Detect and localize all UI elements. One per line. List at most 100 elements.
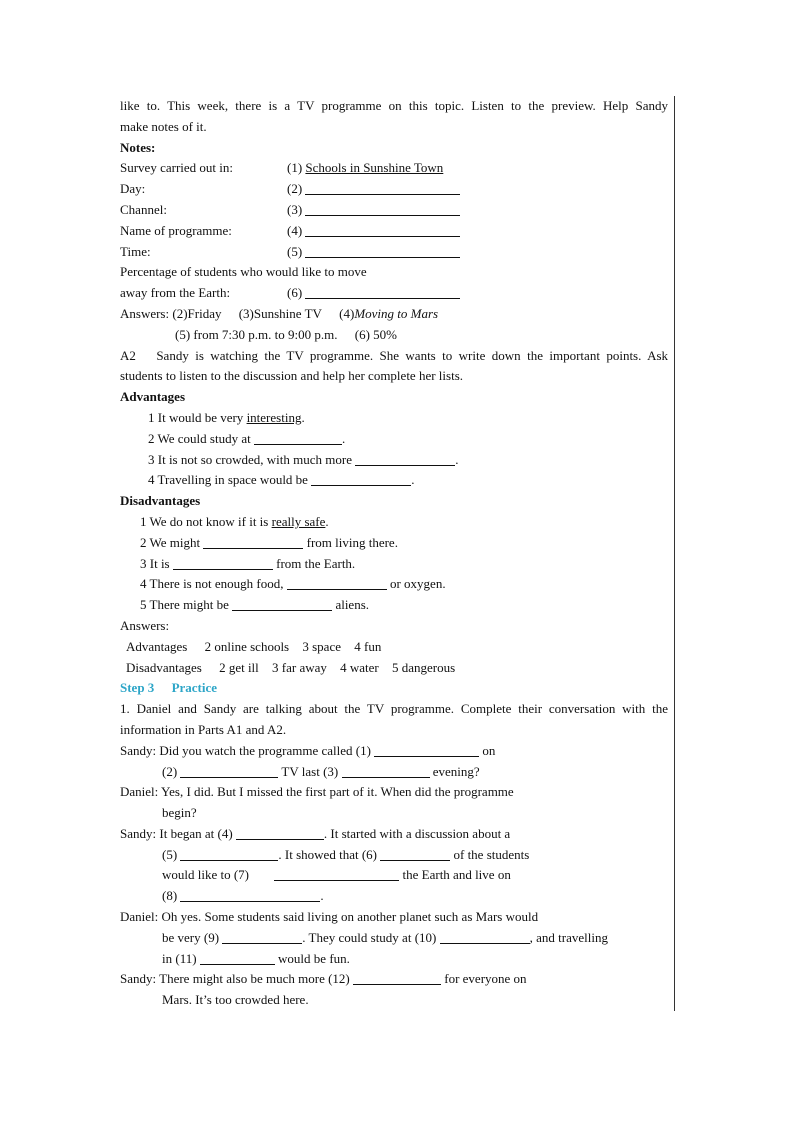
item-text: 3 It is: [140, 555, 173, 571]
answer-blank[interactable]: [180, 846, 279, 861]
notes-row-channel: Channel: (3): [120, 200, 668, 221]
dialogue-text: be very (9): [162, 929, 223, 945]
disadvantage-item: 5 There might be aliens.: [120, 595, 668, 616]
answer-blank[interactable]: [305, 180, 461, 196]
item-text: 3 It is not so crowded, with much more: [148, 451, 356, 467]
notes-row-percentage: away from the Earth: (6): [120, 283, 668, 304]
step-number: Step 3: [120, 680, 155, 696]
dialogue-line: would like to (7) the Earth and live on: [120, 865, 668, 886]
dialogue-text: evening?: [429, 763, 480, 779]
dialogue-text: for everyone on: [441, 971, 527, 987]
dialogue-line: in (11) would be fun.: [120, 949, 668, 970]
dialogue-line: Sandy: It began at (4) . It started with…: [120, 824, 668, 845]
item-text: .: [411, 472, 415, 488]
notes-num: (4): [287, 222, 303, 238]
disadvantage-item: 4 There is not enough food, or oxygen.: [120, 574, 668, 595]
item-text: aliens.: [332, 597, 370, 613]
answer-item-title: Moving to Mars: [354, 305, 439, 321]
answer-blank[interactable]: [355, 451, 456, 466]
notes-answers-line-1: Answers: (2)Friday (3)Sunshine TV (4)Mov…: [120, 304, 668, 325]
dialogue-line: Sandy: Did you watch the programme calle…: [120, 741, 668, 762]
item-text: 2 We might: [140, 534, 204, 550]
notes-label: Name of programme:: [120, 222, 232, 238]
dialogue-line: Daniel: Oh yes. Some students said livin…: [120, 907, 668, 928]
notes-row-survey: Survey carried out in: (1) Schools in Su…: [120, 158, 668, 179]
notes-num: (5): [287, 243, 303, 259]
answer-item: 4 fun: [354, 638, 382, 654]
dialogue-line: (8) .: [120, 886, 668, 907]
dialogue-text: , and travelling: [529, 929, 608, 945]
item-text: 4 There is not enough food,: [140, 576, 287, 592]
item-text: .: [301, 409, 305, 425]
answers-label: Disadvantages: [126, 659, 202, 675]
answer-blank[interactable]: [305, 243, 461, 258]
answer-blank[interactable]: [222, 929, 303, 944]
step3-instruction-1: 1. Daniel and Sandy are talking about th…: [120, 701, 668, 717]
dialogue-text: It began at (4): [159, 825, 236, 841]
answer-blank[interactable]: [235, 825, 324, 840]
answer-blank[interactable]: [341, 763, 430, 778]
advantage-item: 2 We could study at .: [120, 429, 668, 450]
dialogue-text: (2): [162, 763, 181, 779]
a2-line-2: students to listen to the discussion and…: [120, 368, 464, 384]
notes-num: (3): [287, 201, 303, 217]
notes-num: (1): [287, 160, 303, 176]
dialogue-text: . They could study at (10): [302, 929, 440, 945]
notes-row-time: Time: (5): [120, 242, 668, 263]
answer-blank[interactable]: [172, 555, 273, 570]
answer-blank[interactable]: [286, 575, 387, 591]
step3-heading: Step 3 Practice: [120, 678, 668, 699]
answer-blank[interactable]: [305, 201, 461, 216]
dialogue-text: (8): [162, 888, 181, 904]
answer-blank[interactable]: [380, 846, 451, 861]
intro-line-1: like to. This week, there is a TV progra…: [120, 98, 668, 113]
answer-blank[interactable]: [274, 866, 400, 882]
answer-item: 2 get ill: [219, 659, 259, 675]
answer-item: (3)Sunshine TV: [238, 305, 322, 321]
dialogue-line: (2) TV last (3) evening?: [120, 762, 668, 783]
dialogue-text: Did you watch the programme called (1): [159, 742, 375, 758]
disadvantage-item: 2 We might from living there.: [120, 533, 668, 554]
item-answer: interesting: [246, 409, 302, 425]
answer-blank[interactable]: [232, 596, 333, 612]
item-text: .: [325, 513, 329, 529]
answer-blank[interactable]: [199, 950, 275, 965]
document-body: like to. This week, there is a TV progra…: [120, 96, 668, 1011]
notes-row-programme: Name of programme: (4): [120, 221, 668, 242]
item-text: .: [455, 451, 459, 467]
answer-blank[interactable]: [305, 284, 461, 300]
answers-disadvantages: Disadvantages 2 get ill 3 far away 4 wat…: [120, 658, 668, 679]
dialogue-text: would like to (7): [162, 867, 253, 883]
answer-blank[interactable]: [180, 887, 321, 903]
answers-label: Advantages: [126, 638, 188, 654]
answer-blank[interactable]: [439, 929, 530, 944]
answer-blank[interactable]: [180, 763, 279, 778]
disadvantage-item: 3 It is from the Earth.: [120, 554, 668, 575]
dialogue-line: Mars. It’s too crowded here.: [162, 992, 309, 1008]
dialogue-text: the Earth and live on: [399, 867, 511, 883]
item-text: or oxygen.: [386, 576, 446, 592]
notes-num: (2): [287, 181, 303, 197]
answer-blank[interactable]: [253, 430, 342, 445]
item-text: .: [341, 430, 346, 446]
answers-label: Answers:: [120, 305, 170, 321]
notes-heading: Notes:: [120, 139, 156, 155]
answer-blank[interactable]: [311, 471, 412, 487]
dialogue-text: . It showed that (6): [278, 846, 381, 862]
notes-percentage-label: Percentage of students who would like to…: [120, 264, 367, 280]
dialogue-text: of the students: [450, 846, 530, 862]
answer-blank[interactable]: [203, 534, 304, 549]
dialogue-line: be very (9) . They could study at (10) ,…: [120, 928, 668, 949]
answer-blank[interactable]: [305, 222, 461, 237]
answers-advantages: Advantages 2 online schools 3 space 4 fu…: [120, 637, 668, 658]
disadvantage-item: 1 We do not know if it is really safe.: [120, 512, 668, 533]
answer-item: 4 water: [340, 659, 379, 675]
answer-blank[interactable]: [374, 742, 480, 757]
item-text: 5 There might be: [140, 597, 233, 613]
notes-label: Time:: [120, 243, 151, 259]
answer-blank[interactable]: [353, 970, 441, 986]
notes-label: Day:: [120, 181, 146, 197]
speaker-sandy: Sandy:: [120, 825, 157, 841]
speaker-sandy: Sandy:: [120, 742, 157, 758]
notes-answer: Schools in Sunshine Town: [305, 160, 444, 176]
